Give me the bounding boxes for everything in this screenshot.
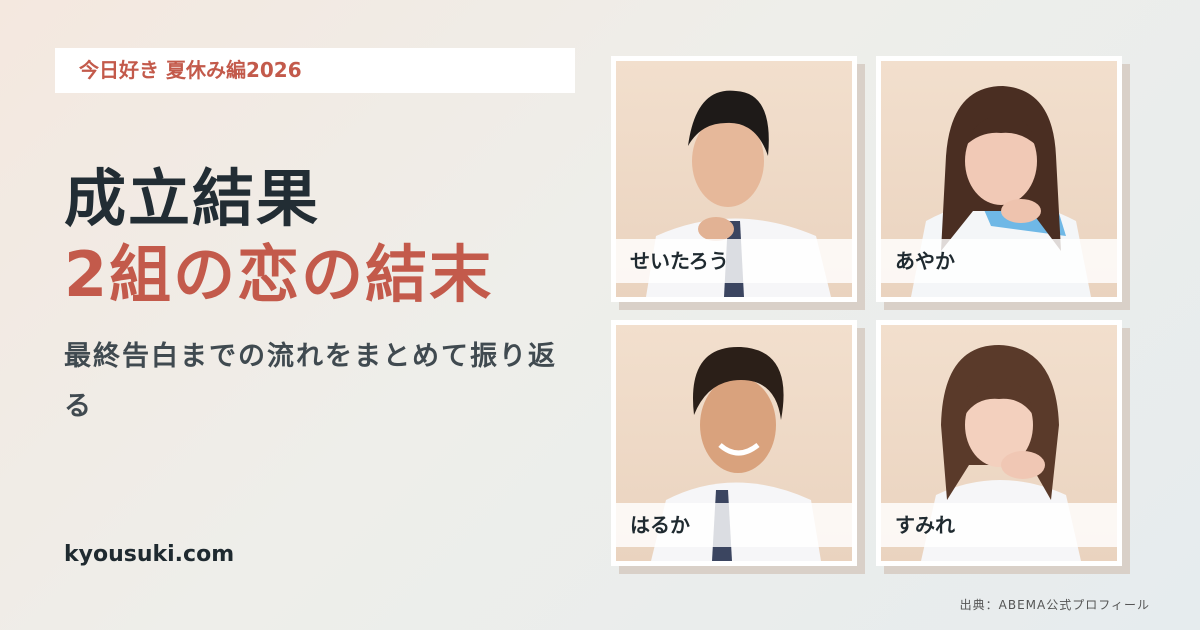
- cast-photo: せいたろう: [616, 61, 852, 297]
- cast-name: はるか: [616, 503, 852, 547]
- cast-photo: はるか: [616, 325, 852, 561]
- photo-credit: 出典：ABEMA公式プロフィール: [959, 598, 1150, 612]
- cast-card-haruka: はるか: [611, 320, 857, 566]
- cast-card-ayaka: あやか: [876, 56, 1122, 302]
- cast-card-sumire: すみれ: [876, 320, 1122, 566]
- subtitle: 最終告白までの流れをまとめて振り返る: [64, 341, 557, 422]
- cast-name: すみれ: [881, 503, 1117, 547]
- site-url[interactable]: kyousuki.com: [64, 542, 234, 567]
- cast-photo: すみれ: [881, 325, 1117, 561]
- series-tag: 今日好き 夏休み編2026: [55, 48, 575, 93]
- cast-photo: あやか: [881, 61, 1117, 297]
- headline-line2: 2組の恋の結末: [64, 238, 494, 311]
- cast-card-seitaro: せいたろう: [611, 56, 857, 302]
- cast-name: あやか: [881, 239, 1117, 283]
- cast-name: せいたろう: [616, 239, 852, 283]
